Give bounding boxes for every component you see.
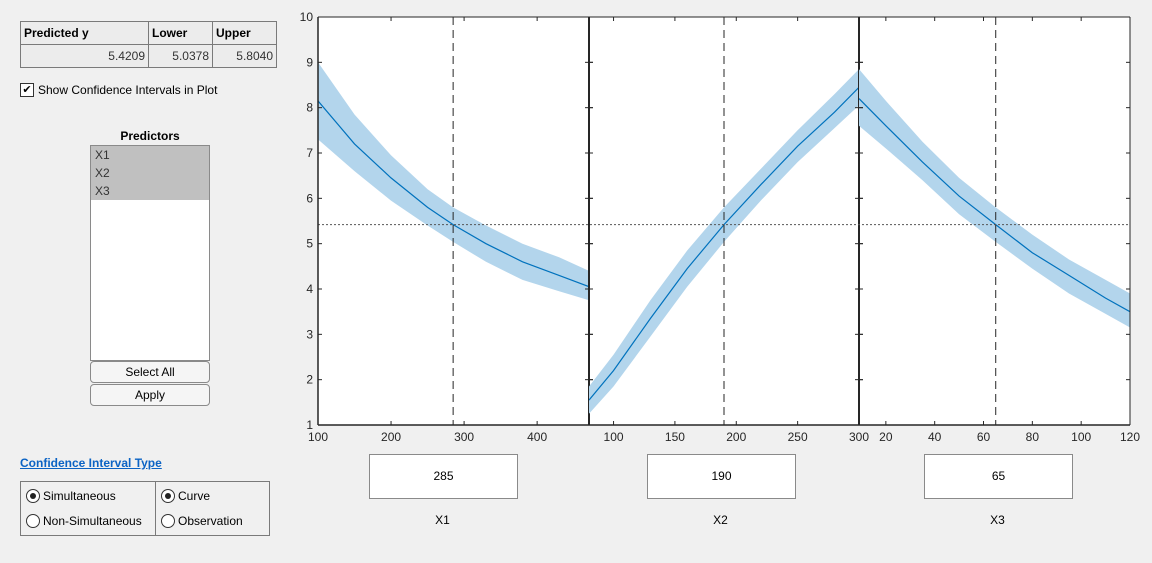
prediction-slice-plot: 100 200 300 400 100 150 200 250 300 20 40 60 80 100 12…: [300, 10, 1141, 444]
radio-selected-icon[interactable]: [161, 489, 175, 503]
y-tick-label: 5: [306, 237, 313, 251]
x3-axis-label: X3: [990, 513, 1005, 527]
x1-value-input[interactable]: 285: [369, 454, 518, 499]
x2-axis-label: X2: [713, 513, 728, 527]
x-tick-label: 100: [308, 430, 328, 444]
radio-non-simultaneous-label: Non-Simultaneous: [43, 514, 142, 528]
x-tick-label: 60: [977, 430, 991, 444]
radio-unselected-icon[interactable]: [161, 514, 175, 528]
radio-observation[interactable]: Observation: [161, 514, 243, 528]
ci-simultaneity-group: Simultaneous Non-Simultaneous: [20, 481, 156, 536]
radio-unselected-icon[interactable]: [26, 514, 40, 528]
y-tick-label: 8: [306, 101, 313, 115]
x-tick-label: 150: [665, 430, 685, 444]
y-tick-label: 10: [300, 10, 314, 24]
x-tick-label: 300: [454, 430, 474, 444]
radio-curve[interactable]: Curve: [161, 489, 210, 503]
x-tick-label: 80: [1026, 430, 1040, 444]
radio-selected-icon[interactable]: [26, 489, 40, 503]
radio-observation-label: Observation: [178, 514, 243, 528]
y-tick-label: 9: [306, 55, 313, 69]
ci-type-link[interactable]: Confidence Interval Type: [20, 456, 162, 470]
x-tick-label: 100: [604, 430, 624, 444]
x-tick-label: 200: [381, 430, 401, 444]
x-tick-label: 20: [879, 430, 893, 444]
x2-value-input[interactable]: 190: [647, 454, 796, 499]
radio-simultaneous-label: Simultaneous: [43, 489, 116, 503]
x-tick-label: 300: [849, 430, 869, 444]
x1-axis-label: X1: [435, 513, 450, 527]
x-tick-label: 120: [1120, 430, 1140, 444]
y-tick-label: 7: [306, 146, 313, 160]
y-tick-label: 2: [306, 373, 313, 387]
radio-curve-label: Curve: [178, 489, 211, 503]
x-tick-label: 200: [726, 430, 746, 444]
y-tick-label: 1: [306, 418, 313, 432]
x-tick-label: 400: [527, 430, 547, 444]
x3-value-input[interactable]: 65: [924, 454, 1073, 499]
radio-simultaneous[interactable]: Simultaneous: [26, 489, 116, 503]
x-tick-label: 40: [928, 430, 942, 444]
x-tick-label: 100: [1071, 430, 1091, 444]
y-tick-label: 4: [306, 282, 313, 296]
y-tick-label: 3: [306, 327, 313, 341]
y-tick-label: 6: [306, 191, 313, 205]
x-tick-label: 250: [788, 430, 808, 444]
ci-bound-type-group: Curve Observation: [155, 481, 270, 536]
radio-non-simultaneous[interactable]: Non-Simultaneous: [26, 514, 142, 528]
